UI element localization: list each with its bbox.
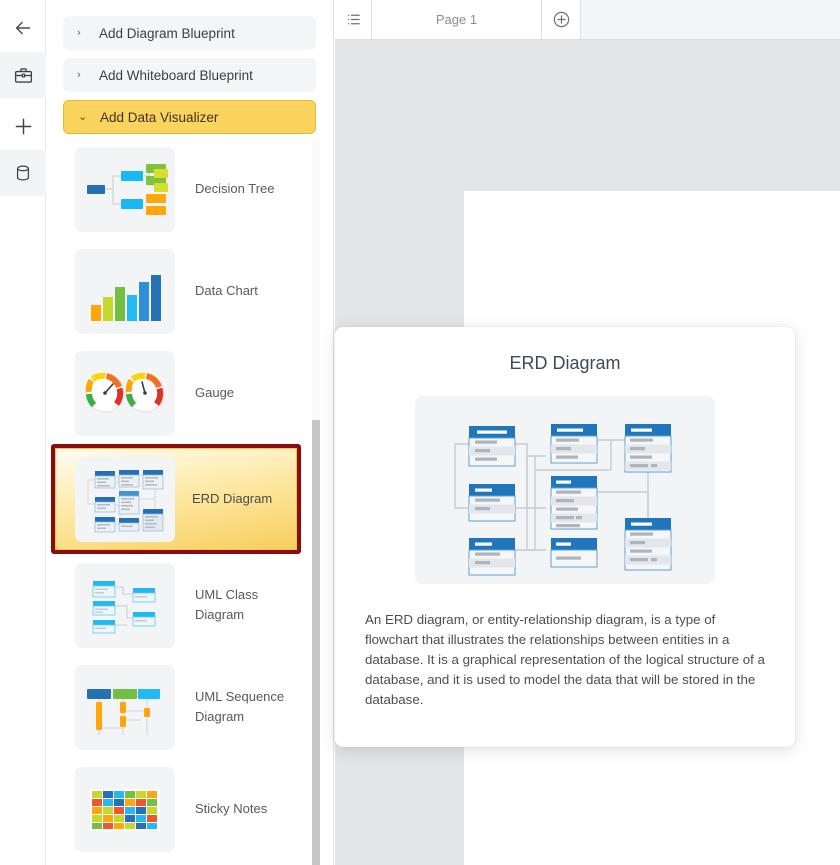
template-item-uml-class-diagram[interactable]: UML Class Diagram bbox=[46, 554, 334, 656]
page-toolbar: Page 1 bbox=[335, 0, 840, 40]
template-label: Sticky Notes bbox=[195, 799, 305, 819]
template-label: UML Class Diagram bbox=[195, 585, 305, 625]
template-item-decision-tree[interactable]: Decision Tree bbox=[46, 138, 334, 240]
add-page-button[interactable] bbox=[542, 0, 581, 39]
page-list-button[interactable] bbox=[335, 0, 372, 39]
template-list: Decision Tree Data Chart bbox=[46, 138, 334, 865]
app-root: › Add Diagram Blueprint › Add Whiteboard… bbox=[0, 0, 840, 865]
toolbox-icon bbox=[13, 65, 34, 86]
erd-preview-illustration bbox=[415, 396, 715, 584]
accordion-label: Add Diagram Blueprint bbox=[99, 26, 235, 41]
uml-class-thumbnail bbox=[75, 563, 175, 648]
erd-table bbox=[551, 538, 597, 567]
add-button[interactable] bbox=[0, 103, 46, 149]
sticky-notes-thumbnail bbox=[75, 767, 175, 852]
toolbox-button[interactable] bbox=[0, 52, 46, 98]
page-tab-page-1[interactable]: Page 1 bbox=[372, 0, 542, 39]
erd-thumbnail bbox=[75, 457, 175, 542]
template-label: Decision Tree bbox=[195, 179, 305, 199]
template-label: Gauge bbox=[195, 383, 305, 403]
erd-table bbox=[551, 424, 597, 463]
sidebar-scrollbar-thumb[interactable] bbox=[312, 420, 320, 865]
template-preview-popup: ERD Diagram bbox=[335, 327, 795, 747]
template-label: UML Sequence Diagram bbox=[195, 687, 305, 727]
uml-sequence-thumbnail bbox=[75, 665, 175, 750]
back-button[interactable] bbox=[0, 5, 46, 51]
data-chart-thumbnail bbox=[75, 249, 175, 334]
popup-title: ERD Diagram bbox=[365, 353, 765, 374]
template-sidebar: › Add Diagram Blueprint › Add Whiteboard… bbox=[46, 0, 334, 865]
accordion-add-diagram-blueprint[interactable]: › Add Diagram Blueprint bbox=[63, 16, 316, 50]
page-tab-label: Page 1 bbox=[436, 12, 477, 27]
decision-tree-thumbnail bbox=[75, 147, 175, 232]
popup-description: An ERD diagram, or entity-relationship d… bbox=[365, 610, 765, 710]
chevron-right-icon: › bbox=[77, 28, 90, 39]
gauge-thumbnail bbox=[75, 351, 175, 436]
accordion-label: Add Data Visualizer bbox=[100, 110, 218, 125]
chevron-right-icon: › bbox=[77, 70, 90, 81]
template-label: Data Chart bbox=[195, 281, 305, 301]
template-item-sticky-notes[interactable]: Sticky Notes bbox=[46, 758, 334, 860]
erd-table bbox=[625, 518, 671, 570]
accordion-label: Add Whiteboard Blueprint bbox=[99, 68, 253, 83]
template-item-gauge[interactable]: Gauge bbox=[46, 342, 334, 444]
database-button[interactable] bbox=[0, 150, 46, 196]
template-item-erd-diagram[interactable]: ERD Diagram bbox=[51, 444, 301, 554]
accordion-add-whiteboard-blueprint[interactable]: › Add Whiteboard Blueprint bbox=[63, 58, 316, 92]
template-item-data-chart[interactable]: Data Chart bbox=[46, 240, 334, 342]
icon-rail bbox=[0, 0, 46, 865]
erd-table bbox=[469, 426, 515, 466]
erd-table bbox=[625, 424, 671, 472]
template-item-uml-sequence-diagram[interactable]: UML Sequence Diagram bbox=[46, 656, 334, 758]
database-icon bbox=[13, 163, 33, 183]
chevron-down-icon: ⌄ bbox=[78, 112, 91, 123]
back-arrow-icon bbox=[12, 17, 34, 39]
accordion-add-data-visualizer[interactable]: ⌄ Add Data Visualizer bbox=[63, 100, 316, 134]
list-menu-icon bbox=[345, 11, 362, 28]
template-label: ERD Diagram bbox=[192, 489, 288, 509]
erd-table bbox=[469, 538, 515, 575]
accordion-group: › Add Diagram Blueprint › Add Whiteboard… bbox=[46, 0, 333, 134]
add-page-icon bbox=[552, 10, 571, 29]
erd-table bbox=[551, 476, 597, 529]
plus-icon bbox=[12, 115, 35, 138]
erd-table bbox=[469, 484, 515, 521]
